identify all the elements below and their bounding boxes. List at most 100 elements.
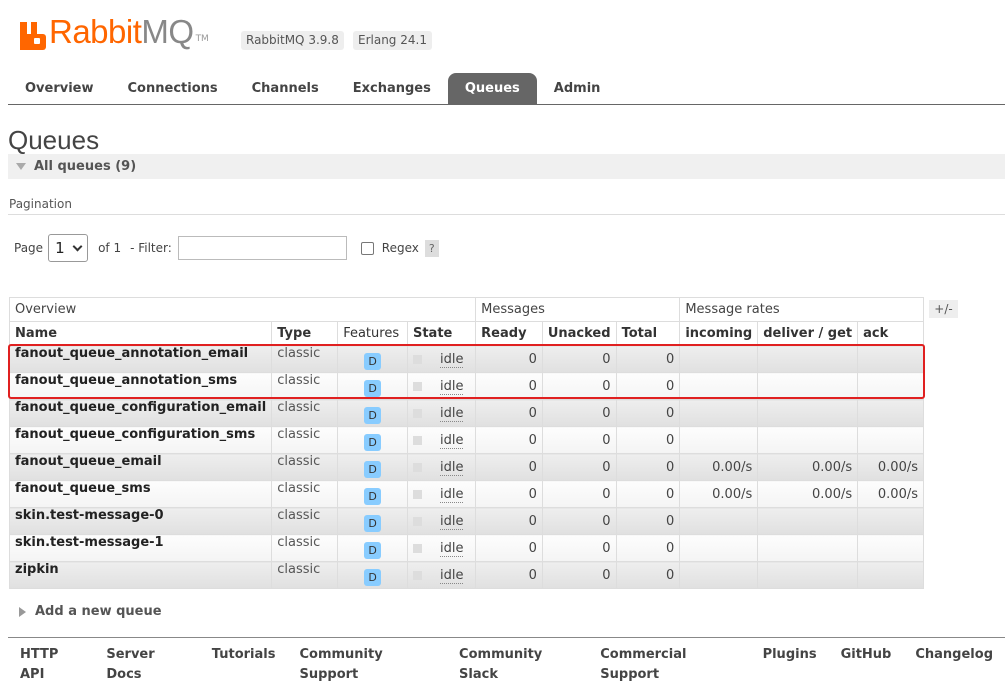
durable-badge: D [364, 380, 382, 397]
rate-incoming [679, 372, 759, 400]
rate-deliver-get [757, 399, 859, 427]
rate-deliver-get [757, 534, 859, 562]
col-name[interactable]: Name [8, 321, 273, 346]
queue-features: D [337, 399, 408, 427]
queue-name-link[interactable]: fanout_queue_configuration_sms [8, 426, 273, 454]
footer-link-community-slack[interactable]: Community Slack [447, 645, 588, 685]
footer-link-community-support[interactable]: Community Support [287, 645, 447, 685]
footer-link-github[interactable]: GitHub [829, 645, 904, 685]
messages-ready: 0 [475, 399, 543, 427]
footer-link-http-api[interactable]: HTTP API [8, 645, 94, 685]
footer-links: HTTP API Server Docs Tutorials Community… [8, 645, 1005, 685]
queue-features: D [337, 372, 408, 400]
add-queue-toggle[interactable]: Add a new queue [19, 604, 162, 619]
queue-state: idle [406, 345, 477, 373]
rabbitmq-logo-icon [20, 20, 46, 50]
rate-deliver-get [757, 372, 859, 400]
durable-badge: D [364, 515, 382, 532]
col-incoming[interactable]: incoming [679, 321, 759, 346]
col-deliver-get[interactable]: deliver / get [757, 321, 859, 346]
all-queues-section-toggle[interactable]: All queues (9) [8, 154, 1005, 179]
messages-ready: 0 [475, 507, 543, 535]
footer-link-plugins[interactable]: Plugins [751, 645, 829, 685]
col-ack[interactable]: ack [857, 321, 924, 346]
tab-channels[interactable]: Channels [235, 73, 336, 105]
table-row: fanout_queue_configuration_sms classic Did… [8, 426, 924, 454]
queue-features: D [337, 453, 408, 481]
queue-features: D [337, 426, 408, 454]
table-row: fanout_queue_configuration_email classic D… [8, 399, 924, 427]
queues-table: Overview Messages Message rates Name Typ… [8, 297, 924, 589]
logo-text: RabbitMQ [49, 13, 194, 50]
durable-badge: D [364, 407, 382, 424]
regex-checkbox[interactable] [360, 241, 374, 255]
queue-state: idle [406, 534, 477, 562]
footer-link-tutorials[interactable]: Tutorials [200, 645, 288, 685]
queue-features: D [337, 480, 408, 508]
durable-badge: D [364, 542, 382, 559]
group-message-rates: Message rates [679, 297, 924, 322]
tab-overview[interactable]: Overview [8, 73, 111, 105]
tab-queues[interactable]: Queues [447, 73, 537, 105]
rate-ack [857, 507, 924, 535]
queue-name-link[interactable]: skin.test-message-1 [8, 534, 273, 562]
rate-incoming [679, 561, 759, 589]
footer-link-server-docs[interactable]: Server Docs [94, 645, 199, 685]
queue-name-link[interactable]: fanout_queue_configuration_email [8, 399, 273, 427]
footer-divider [8, 637, 1005, 638]
col-unacked[interactable]: Unacked [541, 321, 617, 346]
queue-name-link[interactable]: fanout_queue_email [8, 453, 273, 481]
queue-state: idle [406, 453, 477, 481]
messages-unacked: 0 [541, 426, 617, 454]
col-state[interactable]: State [406, 321, 477, 346]
columns-toggle-button[interactable]: +/- [929, 300, 958, 318]
rabbitmq-logo[interactable]: RabbitMQ TM [20, 14, 209, 50]
queue-type: classic [271, 345, 339, 373]
footer-link-changelog[interactable]: Changelog [903, 645, 1005, 685]
filter-input[interactable] [177, 236, 347, 260]
state-label: idle [439, 486, 464, 503]
table-row: skin.test-message-0 classic Didle 0 0 0 [8, 507, 924, 535]
footer-link-commercial-support[interactable]: Commercial Support [588, 645, 750, 685]
tab-admin[interactable]: Admin [537, 73, 618, 105]
queue-name-link[interactable]: fanout_queue_annotation_email [8, 345, 273, 373]
tab-exchanges[interactable]: Exchanges [336, 73, 448, 105]
messages-total: 0 [615, 480, 681, 508]
queue-type: classic [271, 453, 339, 481]
messages-unacked: 0 [541, 345, 617, 373]
queue-name-link[interactable]: zipkin [8, 561, 273, 589]
rate-deliver-get [757, 345, 859, 373]
state-indicator-icon [412, 381, 422, 391]
queue-name-link[interactable]: fanout_queue_annotation_sms [8, 372, 273, 400]
queue-features: D [337, 507, 408, 535]
regex-help-icon[interactable]: ? [424, 239, 439, 257]
add-queue-label: Add a new queue [35, 604, 162, 619]
col-type[interactable]: Type [271, 321, 339, 346]
state-label: idle [439, 351, 464, 368]
state-label: idle [439, 432, 464, 449]
queue-name-link[interactable]: fanout_queue_sms [8, 480, 273, 508]
rate-incoming [679, 534, 759, 562]
tab-connections[interactable]: Connections [111, 73, 235, 105]
durable-badge: D [364, 488, 382, 505]
page-select[interactable]: 1 [48, 234, 89, 262]
messages-unacked: 0 [541, 453, 617, 481]
pagination-divider [8, 214, 1005, 215]
col-total[interactable]: Total [615, 321, 681, 346]
col-ready[interactable]: Ready [475, 321, 543, 346]
queue-type: classic [271, 507, 339, 535]
durable-badge: D [364, 353, 382, 370]
messages-unacked: 0 [541, 507, 617, 535]
messages-unacked: 0 [541, 399, 617, 427]
page-label: Page [14, 241, 44, 255]
queue-features: D [337, 534, 408, 562]
table-row: fanout_queue_sms classic Didle 0 0 0 0.00/s 0.0… [8, 480, 924, 508]
main-nav: Overview Connections Channels Exchanges … [8, 73, 617, 105]
queue-type: classic [271, 534, 339, 562]
messages-unacked: 0 [541, 372, 617, 400]
table-row: fanout_queue_email classic Didle 0 0 0 0.00/s 0… [8, 453, 924, 481]
page-count: of 1 [98, 241, 122, 255]
messages-total: 0 [615, 345, 681, 373]
queue-name-link[interactable]: skin.test-message-0 [8, 507, 273, 535]
durable-badge: D [364, 434, 382, 451]
